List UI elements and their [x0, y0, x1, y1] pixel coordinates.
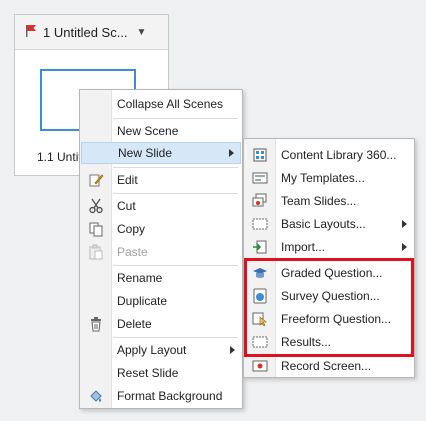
menu-item-duplicate[interactable]: Duplicate — [81, 290, 241, 312]
trash-icon — [87, 315, 105, 333]
context-menu: Collapse All Scenes New Scene New Slide … — [79, 89, 243, 409]
team-slides-icon — [251, 192, 269, 210]
menu-item-copy[interactable]: Copy — [81, 218, 241, 240]
menu-item-delete[interactable]: Delete — [81, 313, 241, 335]
format-background-icon — [87, 387, 105, 405]
submenu-item-record-screen[interactable]: Record Screen... — [245, 355, 413, 377]
submenu-item-my-templates[interactable]: My Templates... — [245, 167, 413, 189]
menu-item-cut[interactable]: Cut — [81, 195, 241, 217]
menu-divider — [113, 265, 238, 266]
menu-item-paste[interactable]: Paste — [81, 241, 241, 263]
highlight-callout — [244, 258, 414, 357]
menu-item-collapse-all-scenes[interactable]: Collapse All Scenes — [81, 93, 241, 115]
submenu-item-import[interactable]: Import... — [245, 236, 413, 258]
submenu-item-basic-layouts[interactable]: Basic Layouts... — [245, 213, 413, 235]
submenu-item-team-slides[interactable]: Team Slides... — [245, 190, 413, 212]
menu-divider — [113, 118, 238, 119]
menu-item-new-slide[interactable]: New Slide — [81, 142, 241, 164]
paste-icon — [87, 243, 105, 261]
chevron-right-icon — [402, 220, 407, 228]
import-icon — [251, 238, 269, 256]
flag-icon — [25, 24, 37, 41]
menu-item-format-background[interactable]: Format Background — [81, 385, 241, 407]
slide-label: 1.1 Untitl — [37, 150, 85, 164]
scene-header[interactable]: 1 Untitled Sc... ▼ — [15, 15, 168, 50]
menu-divider — [113, 337, 238, 338]
submenu-item-content-library[interactable]: Content Library 360... — [245, 144, 413, 166]
copy-icon — [87, 220, 105, 238]
menu-item-reset-slide[interactable]: Reset Slide — [81, 362, 241, 384]
templates-icon — [251, 169, 269, 187]
menu-item-apply-layout[interactable]: Apply Layout — [81, 339, 241, 361]
menu-divider — [113, 193, 238, 194]
menu-divider — [113, 167, 238, 168]
chevron-right-icon — [229, 149, 234, 157]
basic-layouts-icon — [251, 215, 269, 233]
scissors-icon — [87, 197, 105, 215]
menu-item-edit[interactable]: Edit — [81, 169, 241, 191]
chevron-right-icon — [230, 346, 235, 354]
record-screen-icon — [251, 357, 269, 375]
scene-title: 1 Untitled Sc... — [43, 24, 128, 40]
chevron-down-icon[interactable]: ▼ — [137, 27, 147, 38]
menu-item-new-scene[interactable]: New Scene — [81, 120, 241, 142]
edit-icon — [87, 171, 105, 189]
content-library-icon — [251, 146, 269, 164]
chevron-right-icon — [402, 243, 407, 251]
menu-item-rename[interactable]: Rename — [81, 267, 241, 289]
